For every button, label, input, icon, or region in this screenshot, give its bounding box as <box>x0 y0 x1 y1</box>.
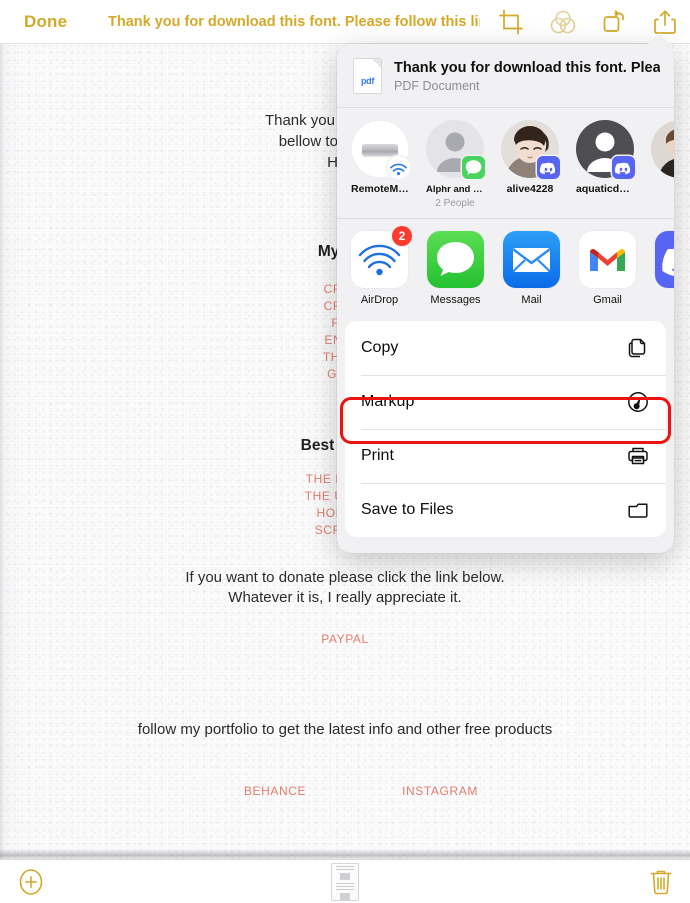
contact-aquaticdwoll[interactable]: aquaticdwoll <box>576 120 635 210</box>
crop-icon[interactable] <box>497 8 525 36</box>
file-title: Thank you for download this font. Plea..… <box>394 59 660 76</box>
doc-link-paypal[interactable]: PAYPAL <box>0 632 690 646</box>
page-thumbnail[interactable] <box>331 863 359 901</box>
action-label: Markup <box>361 393 415 410</box>
action-copy[interactable]: Copy <box>345 321 666 375</box>
app-label: AirDrop <box>360 294 399 306</box>
photo-avatar <box>651 120 674 178</box>
action-label: Copy <box>361 339 399 356</box>
app-label: Messages <box>430 294 481 306</box>
contact-name: alive4228 <box>506 183 554 195</box>
discord-badge <box>612 156 635 179</box>
app-mail[interactable]: Mail <box>503 231 560 307</box>
contact-remotemac[interactable]: RemoteMac <box>351 120 410 210</box>
bottom-toolbar <box>0 859 690 903</box>
doc-donate-line-2: Whatever it is, I really appreciate it. <box>228 589 462 606</box>
add-page-icon[interactable] <box>18 869 44 895</box>
folder-icon <box>626 498 650 522</box>
action-markup[interactable]: Markup <box>345 375 666 429</box>
doc-donate-line-1: If you want to donate please click the l… <box>185 569 505 586</box>
rotate-icon[interactable] <box>600 8 628 36</box>
share-sheet-arrow <box>647 33 671 45</box>
action-label: Print <box>361 447 394 464</box>
action-save-to-files[interactable]: Save to Files <box>345 483 666 537</box>
copy-icon <box>626 336 650 360</box>
page-title: Thank you for download this font. Please… <box>108 13 480 30</box>
action-print[interactable]: Print <box>345 429 666 483</box>
share-sheet-header[interactable]: pdf Thank you for download this font. Pl… <box>337 44 674 107</box>
discord-badge <box>537 156 560 179</box>
airdrop-badge-count: 2 <box>392 226 412 246</box>
contacts-row[interactable]: RemoteMac Alphr and +6 2 People alive422… <box>337 108 674 218</box>
app-label: Mail <box>521 294 542 306</box>
app-messages[interactable]: Messages <box>427 231 484 307</box>
messages-badge <box>462 156 485 179</box>
top-toolbar: Done Thank you for download this font. P… <box>0 0 690 44</box>
page-bottom-shadow <box>0 849 690 859</box>
doc-link-instagram[interactable]: INSTAGRAM <box>240 784 640 798</box>
app-gmail[interactable]: Gmail <box>579 231 636 307</box>
contact-name: aquaticdwoll <box>576 183 634 195</box>
pdf-badge-text: pdf <box>360 76 375 86</box>
app-discord[interactable]: D <box>655 231 674 307</box>
screen-root: Thank you for download bellow to get hel… <box>0 0 690 903</box>
contact-partial[interactable]: i <box>651 120 674 210</box>
action-label: Save to Files <box>361 501 454 518</box>
contact-name: RemoteMac <box>351 183 409 195</box>
printer-icon <box>626 444 650 468</box>
share-icon[interactable] <box>651 8 679 36</box>
contact-name: i <box>651 183 674 196</box>
app-label: D <box>655 294 674 307</box>
contact-name: Alphr and +639... <box>426 184 484 195</box>
action-list: Copy Markup Print Save to Files <box>345 321 666 537</box>
airdrop-badge <box>387 156 410 179</box>
contact-alive4228[interactable]: alive4228 <box>501 120 560 210</box>
mail-icon <box>503 231 560 288</box>
markup-pen-icon <box>626 390 650 414</box>
contact-alphr-group[interactable]: Alphr and +639... 2 People <box>426 120 485 210</box>
app-label: Gmail <box>593 294 622 306</box>
done-button[interactable]: Done <box>18 11 73 33</box>
messages-icon <box>427 231 484 288</box>
delete-icon[interactable] <box>648 868 674 896</box>
apps-row[interactable]: 2 AirDrop Messages Mail Gmail <box>337 219 674 317</box>
app-airdrop[interactable]: 2 AirDrop <box>351 226 412 307</box>
contact-subtitle: 2 People <box>435 198 475 209</box>
share-sheet: pdf Thank you for download this font. Pl… <box>337 44 674 553</box>
gmail-icon <box>579 231 636 288</box>
file-subtitle: PDF Document <box>394 78 480 93</box>
doc-portfolio-line: follow my portfolio to get the latest in… <box>137 721 553 738</box>
filters-icon[interactable] <box>549 8 577 36</box>
pdf-file-icon: pdf <box>353 58 382 94</box>
discord-icon <box>655 231 674 288</box>
